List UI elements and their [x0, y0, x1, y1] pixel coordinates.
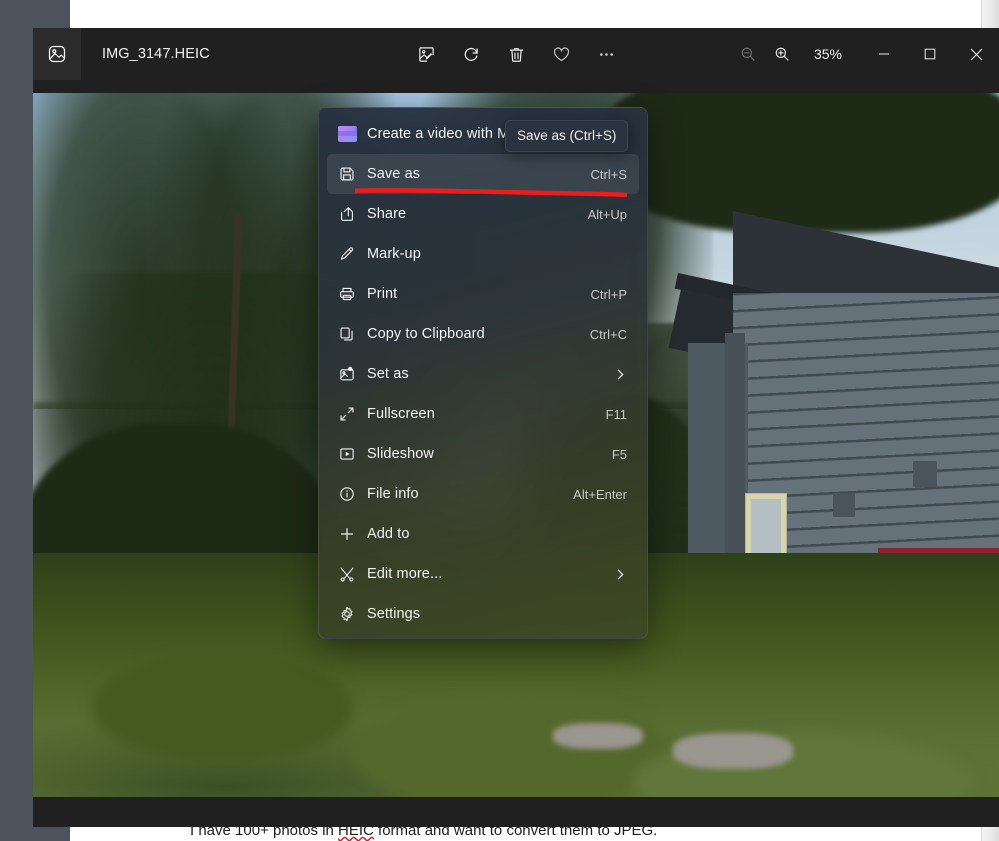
menu-item-label: Fullscreen [367, 406, 435, 422]
menu-item-accelerator: Alt+Enter [573, 486, 627, 502]
info-icon [327, 485, 367, 503]
menu-item-fullscreen[interactable]: Fullscreen F11 [327, 394, 639, 434]
clipchamp-icon [327, 126, 367, 142]
menu-item-label: Share [367, 206, 407, 222]
minimize-button[interactable] [861, 28, 907, 80]
close-button[interactable] [953, 28, 999, 80]
window-right-controls: 35% [731, 28, 999, 80]
save-icon [327, 165, 367, 183]
menu-item-label: Copy to Clipboard [367, 326, 485, 342]
menu-item-mark-up[interactable]: Mark-up [327, 234, 639, 274]
menu-item-save-as[interactable]: Save as Ctrl+S [327, 154, 639, 194]
edit-more-icon [327, 565, 367, 583]
menu-item-label: Mark-up [367, 246, 421, 262]
file-name-label: IMG_3147.HEIC [102, 46, 210, 62]
menu-item-copy-to-clipboard[interactable]: Copy to Clipboard Ctrl+C [327, 314, 639, 354]
pen-icon [327, 245, 367, 263]
see-more-button[interactable] [590, 38, 622, 70]
gear-icon [327, 605, 367, 623]
menu-item-add-to[interactable]: Add to [327, 514, 639, 554]
zoom-out-button[interactable] [731, 38, 765, 70]
menu-item-label: Settings [367, 606, 421, 622]
photos-app-icon[interactable] [33, 28, 81, 80]
zoom-level-label: 35% [813, 46, 843, 62]
zoom-in-button[interactable] [765, 38, 799, 70]
menu-item-label: Save as [367, 166, 421, 182]
menu-item-edit-more[interactable]: Edit more... [327, 554, 639, 594]
menu-item-slideshow[interactable]: Slideshow F5 [327, 434, 639, 474]
menu-item-label: Slideshow [367, 446, 434, 462]
save-as-tooltip: Save as (Ctrl+S) [505, 120, 629, 152]
center-toolbar [410, 28, 622, 80]
menu-item-set-as[interactable]: Set as [327, 354, 639, 394]
title-bar: IMG_3147.HEIC 35% [33, 28, 999, 80]
menu-item-label: Print [367, 286, 398, 302]
menu-item-print[interactable]: Print Ctrl+P [327, 274, 639, 314]
rotate-button[interactable] [455, 38, 487, 70]
fullscreen-icon [327, 405, 367, 423]
copy-icon [327, 325, 367, 343]
menu-item-settings[interactable]: Settings [327, 594, 639, 634]
menu-item-accelerator: F11 [605, 406, 627, 422]
chevron-right-icon [614, 568, 627, 581]
share-icon [327, 205, 367, 223]
slideshow-icon [327, 445, 367, 463]
photo-bottom-letterbox [33, 797, 999, 812]
see-more-context-menu: Create a video with Microsoft Clipchamp … [318, 107, 648, 639]
plus-icon [327, 525, 367, 543]
menu-item-share[interactable]: Share Alt+Up [327, 194, 639, 234]
menu-item-accelerator: Ctrl+P [590, 286, 627, 302]
menu-item-accelerator: Ctrl+C [589, 326, 627, 342]
delete-button[interactable] [500, 38, 532, 70]
menu-item-accelerator: F5 [611, 446, 627, 462]
menu-item-label: Edit more... [367, 566, 443, 582]
menu-item-label: File info [367, 486, 419, 502]
set-as-image-icon [327, 365, 367, 383]
menu-item-accelerator: Alt+Up [587, 206, 627, 222]
menu-item-label: Set as [367, 366, 409, 382]
edit-image-button[interactable] [410, 38, 442, 70]
menu-item-file-info[interactable]: File info Alt+Enter [327, 474, 639, 514]
photos-app-window: IMG_3147.HEIC 35% Create a video with Mi… [33, 28, 999, 827]
chevron-right-icon [614, 368, 627, 381]
printer-icon [327, 285, 367, 303]
menu-item-accelerator: Ctrl+S [590, 166, 627, 182]
favorite-button[interactable] [545, 38, 577, 70]
menu-item-label: Add to [367, 526, 410, 542]
maximize-button[interactable] [907, 28, 953, 80]
